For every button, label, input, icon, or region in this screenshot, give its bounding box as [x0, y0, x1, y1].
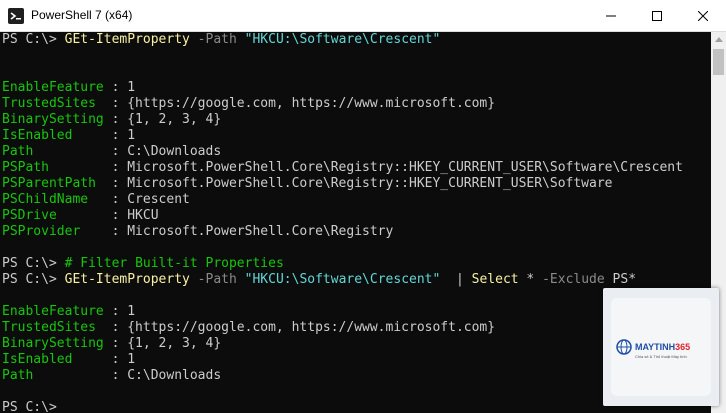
terminal-text: Path — [2, 368, 104, 383]
terminal-text: : Crescent — [103, 192, 190, 207]
terminal-text: : Microsoft.PowerShell.Core\Registry — [103, 224, 394, 239]
terminal-line: Path : C:\Downloads — [2, 368, 221, 384]
terminal-line: PS C:\> GEt-ItemProperty -Path "HKCU:\So… — [2, 272, 636, 288]
terminal-text: : 1 — [103, 80, 136, 95]
terminal-text: : {https://google.com, https://www.micro… — [103, 96, 496, 111]
terminal-line: BinarySetting : {1, 2, 3, 4} — [2, 336, 221, 352]
terminal-line: PSChildName : Crescent — [2, 192, 190, 208]
globe-logo-icon — [616, 339, 632, 355]
terminal-text: : 1 — [103, 352, 136, 367]
terminal-text: | — [440, 272, 472, 287]
terminal-line: PS C:\> # Filter Built-it Properties — [2, 256, 284, 272]
terminal-text: GEt-ItemProperty — [64, 32, 190, 47]
terminal-text: PSParentPath — [2, 176, 104, 191]
terminal-text: PS* — [604, 272, 637, 287]
terminal-line: Path : C:\Downloads — [2, 144, 221, 160]
terminal-text: "HKCU:\Software\Crescent" — [244, 272, 441, 287]
powershell-app-icon[interactable] — [8, 8, 24, 24]
terminal-text: : C:\Downloads — [103, 144, 222, 159]
watermark-card: MAYTINH365 Chia sẻ & Thủ thuật Máy tính — [611, 298, 711, 396]
terminal-text: : Microsoft.PowerShell.Core\Registry::HK… — [103, 160, 683, 175]
terminal-line: PSDrive : HKCU — [2, 208, 159, 224]
scroll-up-button[interactable] — [711, 32, 726, 47]
terminal-line: IsEnabled : 1 — [2, 352, 135, 368]
minimize-button[interactable] — [588, 0, 634, 31]
maximize-button[interactable] — [634, 0, 680, 31]
terminal-text: : {1, 2, 3, 4} — [103, 336, 222, 351]
terminal-text: BinarySetting — [2, 336, 104, 351]
terminal-text: EnableFeature — [2, 80, 104, 95]
terminal-text: -Exclude — [542, 272, 605, 287]
terminal-text: : Microsoft.PowerShell.Core\Registry::HK… — [103, 176, 613, 191]
terminal-line: EnableFeature : 1 — [2, 80, 135, 96]
minimize-icon — [606, 15, 616, 16]
watermark-brand: MAYTINH365 — [635, 342, 691, 352]
terminal-line: TrustedSites : {https://google.com, http… — [2, 320, 495, 336]
terminal-line: PSProvider : Microsoft.PowerShell.Core\R… — [2, 224, 393, 240]
terminal-text: PS C:\> — [2, 32, 65, 47]
terminal-text: TrustedSites — [2, 96, 104, 111]
terminal-text: : {1, 2, 3, 4} — [103, 112, 222, 127]
terminal-text: PS C:\> — [2, 256, 65, 271]
watermark-tagline: Chia sẻ & Thủ thuật Máy tính — [635, 354, 687, 359]
terminal-text: TrustedSites — [2, 320, 104, 335]
terminal-text: IsEnabled — [2, 128, 104, 143]
terminal-text: PSDrive — [2, 208, 104, 223]
terminal-text: Select — [471, 272, 519, 287]
terminal-text: GEt-ItemProperty — [64, 272, 190, 287]
terminal-text: : 1 — [103, 128, 136, 143]
terminal-text: PS C:\> — [2, 272, 65, 287]
terminal-text: * — [518, 272, 543, 287]
terminal-text: : 1 — [103, 304, 136, 319]
terminal-text: PS C:\> — [2, 400, 57, 413]
title-bar[interactable]: PowerShell 7 (x64) — [0, 0, 726, 32]
terminal-text: : C:\Downloads — [103, 368, 222, 383]
maximize-icon — [652, 10, 662, 21]
terminal-text: PSChildName — [2, 192, 104, 207]
terminal-text: PSProvider — [2, 224, 104, 239]
window-title: PowerShell 7 (x64) — [31, 8, 133, 22]
terminal-text: EnableFeature — [2, 304, 104, 319]
terminal-line: PSParentPath : Microsoft.PowerShell.Core… — [2, 176, 612, 192]
terminal-line: BinarySetting : {1, 2, 3, 4} — [2, 112, 221, 128]
terminal-line: IsEnabled : 1 — [2, 128, 135, 144]
terminal-text: PSPath — [2, 160, 104, 175]
terminal-line: TrustedSites : {https://google.com, http… — [2, 96, 495, 112]
terminal-line: EnableFeature : 1 — [2, 304, 135, 320]
terminal-text: # Filter Built-it Properties — [64, 256, 284, 271]
watermark-logo: MAYTINH365 Chia sẻ & Thủ thuật Máy tính — [603, 288, 719, 406]
terminal-text: -Path — [189, 32, 245, 47]
close-icon — [698, 10, 708, 21]
terminal-text: -Path — [189, 272, 245, 287]
terminal-text: : HKCU — [103, 208, 159, 223]
terminal-text: Path — [2, 144, 104, 159]
chevron-up-icon — [714, 37, 723, 42]
terminal-line: PSPath : Microsoft.PowerShell.Core\Regis… — [2, 160, 683, 176]
terminal-text: IsEnabled — [2, 352, 104, 367]
scroll-thumb[interactable] — [713, 49, 724, 75]
terminal-text: : {https://google.com, https://www.micro… — [103, 320, 496, 335]
terminal-line: PS C:\> GEt-ItemProperty -Path "HKCU:\So… — [2, 32, 440, 48]
terminal-text: "HKCU:\Software\Crescent" — [244, 32, 441, 47]
close-button[interactable] — [680, 0, 726, 31]
powershell-window: PowerShell 7 (x64) PS C:\> GEt-ItemPrope… — [0, 0, 726, 413]
terminal-text: BinarySetting — [2, 112, 104, 127]
terminal-line: PS C:\> — [2, 400, 57, 413]
